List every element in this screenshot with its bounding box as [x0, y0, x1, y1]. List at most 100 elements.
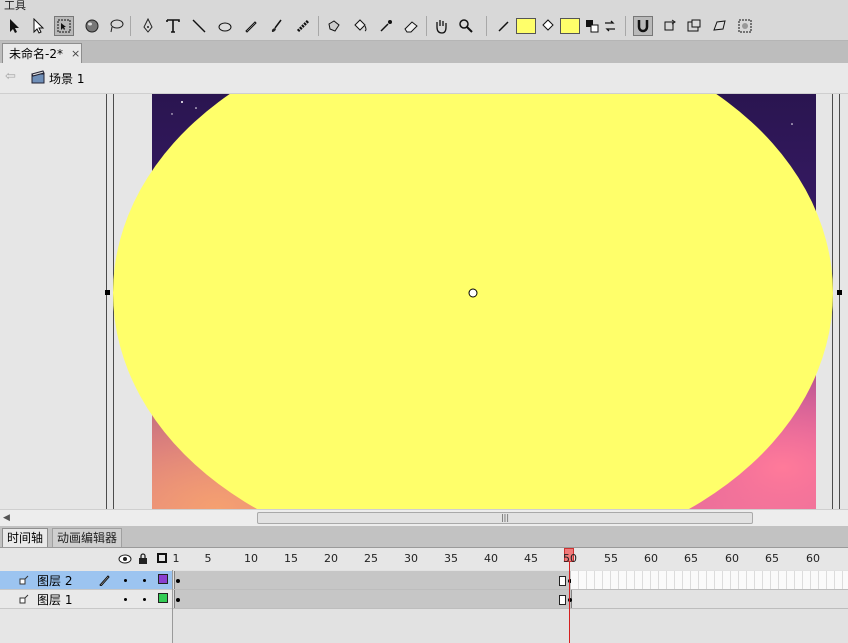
timeline-tab-bar: 时间轴 动画编辑器 [0, 526, 848, 548]
eye-icon[interactable] [118, 554, 132, 564]
lasso-icon [110, 19, 124, 33]
bone-icon [328, 20, 340, 32]
frame-row[interactable] [173, 590, 848, 609]
keyframe-dot[interactable] [176, 579, 180, 583]
stroke-color-swatch[interactable] [516, 18, 536, 34]
eyedropper-tool-button[interactable] [376, 16, 396, 36]
ruler-label: 1 [172, 552, 180, 565]
scale-icon [687, 19, 701, 32]
line-icon [192, 19, 206, 33]
layer-row[interactable]: 图层 1 [0, 590, 172, 609]
frame-ruler[interactable]: 1 5 10 15 20 25 30 35 40 45 50 55 60 65 … [173, 548, 848, 570]
ruler-label: 60 [644, 552, 658, 565]
straighten-button[interactable] [684, 16, 704, 36]
brush-icon [271, 19, 282, 32]
oval-icon [218, 22, 232, 32]
text-tool-button[interactable] [163, 16, 183, 36]
snap-to-objects-button[interactable] [633, 16, 653, 36]
scene-clapper-icon [31, 70, 45, 84]
subselection-tool-button[interactable] [28, 16, 48, 36]
stage-horizontal-scrollbar[interactable]: ◀ ||| [0, 509, 848, 527]
fill-color-swatch[interactable] [560, 18, 580, 34]
ruler-label: 25 [364, 552, 378, 565]
document-tab-bar: 未命名-2* × [0, 41, 848, 64]
eraser-icon [404, 21, 418, 33]
pencil-tool-button[interactable] [241, 16, 261, 36]
layer-outline-color[interactable] [158, 574, 168, 584]
layer-page-icon [19, 575, 29, 585]
smooth-button[interactable] [659, 16, 679, 36]
back-arrow-icon[interactable]: ⇦ [5, 69, 16, 84]
brush-tool-button[interactable] [267, 16, 287, 36]
black-white-button[interactable] [582, 16, 602, 36]
close-icon[interactable]: × [71, 47, 80, 60]
ruler-label: 5 [204, 552, 212, 565]
text-icon [166, 19, 180, 33]
pencil-icon [245, 21, 257, 33]
document-tab-label: 未命名-2* [9, 47, 63, 61]
layer-row[interactable]: 图层 2 [0, 571, 172, 590]
envelope-button[interactable] [735, 16, 755, 36]
line-tool-button[interactable] [189, 16, 209, 36]
lock-dot[interactable] [143, 598, 146, 601]
arrow-icon [10, 19, 19, 33]
visibility-dot[interactable] [124, 579, 127, 582]
hand-tool-button[interactable] [431, 16, 451, 36]
oval-tool-button[interactable] [215, 16, 235, 36]
scene-label[interactable]: 场景 1 [49, 70, 84, 87]
stage-area[interactable] [0, 94, 848, 509]
transform-point-icon[interactable] [468, 288, 478, 298]
keyframe-dot[interactable] [176, 598, 180, 602]
swap-colors-button[interactable] [600, 16, 620, 36]
pencil-stroke-icon [498, 21, 509, 32]
white-arrow-icon [33, 18, 45, 34]
outline-icon[interactable] [157, 553, 167, 563]
free-transform-tool-button[interactable] [54, 16, 74, 36]
fill-color-icon-button[interactable] [538, 16, 558, 36]
stroke-color-icon-button[interactable] [494, 16, 514, 36]
transform-handle-right[interactable] [837, 290, 842, 295]
rotate-icon [664, 19, 676, 31]
transform-handle-left[interactable] [105, 290, 110, 295]
frame-span [174, 571, 572, 589]
deco-icon [296, 19, 310, 33]
ruler-label: 15 [284, 552, 298, 565]
ruler-label: 65 [765, 552, 779, 565]
zoom-tool-button[interactable] [456, 16, 476, 36]
selection-tool-button[interactable] [4, 16, 24, 36]
end-frame-marker [559, 595, 566, 605]
document-tab[interactable]: 未命名-2* × [2, 43, 82, 63]
pen-icon [143, 18, 153, 33]
tab-timeline[interactable]: 时间轴 [2, 528, 49, 547]
frame-row[interactable] [173, 571, 848, 590]
layer-outline-color[interactable] [158, 593, 168, 603]
eraser-tool-button[interactable] [401, 16, 421, 36]
deco-tool-button[interactable] [293, 16, 313, 36]
magnifier-icon [459, 19, 473, 33]
free-transform-icon [57, 19, 71, 33]
frames-grid[interactable] [173, 570, 848, 643]
yellow-ellipse-shape[interactable] [0, 94, 848, 509]
pencil-edit-icon [99, 575, 110, 586]
layer-name: 图层 1 [37, 593, 73, 607]
bone-tool-button[interactable] [324, 16, 344, 36]
lock-icon[interactable] [138, 553, 148, 565]
pen-tool-button[interactable] [138, 16, 158, 36]
3d-rotation-tool-button[interactable] [82, 16, 102, 36]
scroll-left-arrow-icon[interactable]: ◀ [3, 513, 10, 523]
playhead-line [569, 562, 570, 643]
bucket-icon [354, 19, 367, 32]
distort-button[interactable] [709, 16, 729, 36]
ruler-label: 50 [563, 552, 577, 565]
visibility-dot[interactable] [124, 598, 127, 601]
lock-dot[interactable] [143, 579, 146, 582]
timeline-panel: 时间轴 动画编辑器 1 5 10 15 20 25 30 35 40 45 50… [0, 526, 848, 643]
lasso-tool-button[interactable] [106, 16, 126, 36]
envelope-icon [738, 19, 752, 33]
timeline-header: 1 5 10 15 20 25 30 35 40 45 50 55 60 65 … [0, 548, 848, 570]
scrollbar-thumb[interactable]: ||| [257, 512, 753, 524]
ruler-label: 55 [604, 552, 618, 565]
paint-bucket-tool-button[interactable] [350, 16, 370, 36]
bucket-fill-icon [542, 19, 554, 31]
tab-motion-editor[interactable]: 动画编辑器 [52, 528, 123, 547]
